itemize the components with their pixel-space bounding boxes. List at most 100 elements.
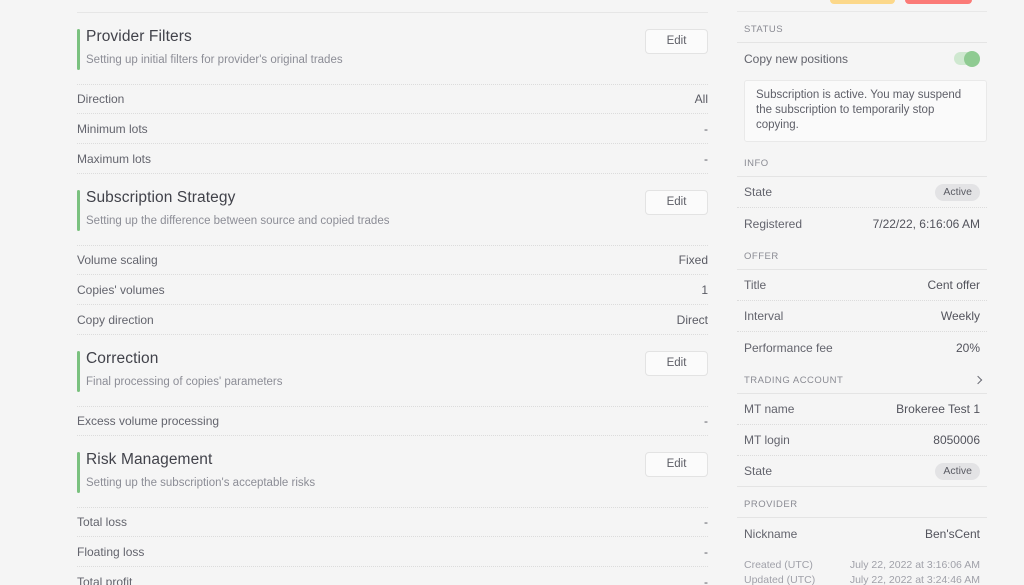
setting-row-label: Total profit: [77, 574, 133, 585]
status-badge: Active: [935, 183, 980, 201]
detail-row-provider-nickname: Nickname Ben'sCent: [737, 518, 987, 549]
section-subtitle: Setting up the difference between source…: [86, 215, 390, 227]
setting-row-value: -: [704, 515, 708, 529]
row-copy-new-positions-label: Copy new positions: [744, 51, 849, 66]
status-badge: Active: [935, 462, 980, 480]
setting-row-direction: Direction All: [77, 84, 708, 114]
setting-row-copy-direction: Copy direction Direct: [77, 305, 708, 335]
section-subtitle: Setting up the subscription's acceptable…: [86, 477, 316, 489]
setting-row-value: -: [704, 574, 708, 585]
section-rows-risk-management: Total loss - Floating loss - Total profit -: [77, 507, 708, 585]
group-label-provider-text: PROVIDER: [744, 499, 798, 510]
detail-row-info-registered: Registered 7/22/22, 6:16:06 AM: [737, 208, 987, 239]
setting-row-label: Excess volume processing: [77, 414, 220, 428]
setting-row-label: Volume scaling: [77, 253, 158, 267]
setting-row-label: Copy direction: [77, 312, 154, 327]
group-label-trading-account[interactable]: TRADING ACCOUNT: [737, 363, 987, 393]
setting-row-copies-volumes: Copies' volumes 1: [77, 275, 708, 305]
setting-row-label: Maximum lots: [77, 151, 152, 166]
detail-row-label: State: [744, 185, 773, 199]
edit-button-subscription-strategy[interactable]: Edit: [645, 190, 708, 215]
created-timestamp-row: Created (UTC) July 22, 2022 at 3:16:06 A…: [744, 558, 980, 573]
setting-row-total-profit: Total profit -: [77, 567, 708, 585]
detail-row-trading-account-mt-name: MT name Brokeree Test 1: [737, 394, 987, 425]
setting-row-value: -: [704, 414, 708, 428]
chevron-right-icon[interactable]: [974, 375, 985, 386]
detail-row-value: 20%: [955, 340, 980, 355]
setting-row-label: Direction: [77, 92, 125, 106]
detail-row-label: Registered: [744, 216, 803, 231]
subscription-status-alert: Subscription is active. You may suspend …: [744, 80, 987, 142]
setting-row-volume-scaling: Volume scaling Fixed: [77, 245, 708, 275]
updated-timestamp-row: Updated (UTC) July 22, 2022 at 3:24:46 A…: [744, 573, 980, 585]
setting-row-value: -: [704, 544, 708, 559]
detail-row-value: Ben'sCent: [925, 526, 980, 541]
section-rows-subscription-strategy: Volume scaling Fixed Copies' volumes 1 Copy …: [77, 245, 708, 335]
section-title: Risk Management: [86, 451, 213, 468]
section-title: Subscription Strategy: [86, 189, 236, 206]
edit-button-risk-management[interactable]: Edit: [645, 452, 708, 477]
detail-row-offer-interval: Interval Weekly: [737, 301, 987, 332]
section-rows-correction: Excess volume processing -: [77, 406, 708, 436]
detail-row-value: 7/22/22, 6:16:06 AM: [872, 216, 980, 231]
group-label-offer-text: OFFER: [744, 251, 779, 262]
detail-row-info-state: State Active: [737, 177, 987, 208]
detail-row-value: Cent offer: [927, 278, 980, 292]
group-label-status: STATUS: [737, 12, 987, 42]
detail-row-value: 8050006: [933, 433, 980, 447]
setting-row-value: -: [704, 121, 708, 136]
details-sidebar: STATUS Copy new positions Subscription i…: [737, 0, 987, 585]
group-label-trading-account-text: TRADING ACCOUNT: [744, 375, 844, 386]
settings-main-column: Provider Filters Setting up initial filte…: [77, 0, 708, 585]
edit-button-correction[interactable]: Edit: [645, 351, 708, 376]
detail-row-label: State: [744, 464, 773, 478]
setting-row-label: Floating loss: [77, 544, 145, 559]
section-title: Correction: [86, 350, 159, 367]
created-timestamp-label: Created (UTC): [744, 559, 813, 571]
section-subtitle: Setting up initial filters for provider'…: [86, 54, 343, 66]
detail-row-label: Interval: [744, 309, 784, 323]
group-label-info: INFO: [737, 146, 987, 176]
updated-timestamp-label: Updated (UTC): [744, 574, 816, 585]
setting-row-floating-loss: Floating loss -: [77, 537, 708, 567]
detail-row-value: Weekly: [940, 309, 980, 323]
detail-row-label: MT name: [744, 402, 795, 416]
section-subtitle: Final processing of copies' parameters: [86, 376, 283, 388]
setting-row-value: 1: [701, 282, 708, 297]
detail-row-value: Brokeree Test 1: [896, 402, 980, 416]
group-label-info-text: INFO: [744, 158, 769, 169]
updated-timestamp-value: July 22, 2022 at 3:24:46 AM: [849, 574, 980, 585]
detail-row-trading-account-state: State Active: [737, 456, 987, 487]
setting-row-maximum-lots: Maximum lots -: [77, 144, 708, 174]
setting-row-label: Total loss: [77, 515, 128, 529]
setting-row-label: Copies' volumes: [77, 282, 165, 297]
section-title: Provider Filters: [86, 28, 192, 45]
detail-row-label: MT login: [744, 433, 790, 447]
detail-row-label: Performance fee: [744, 340, 833, 355]
detail-row-label: Title: [744, 278, 767, 292]
section-header-subscription-strategy: Subscription Strategy Setting up the diff…: [77, 174, 708, 241]
setting-row-value: -: [704, 151, 708, 166]
setting-row-value: All: [694, 92, 708, 106]
section-header-correction: Correction Final processing of copies' pa…: [77, 335, 708, 402]
setting-row-value: Fixed: [678, 253, 708, 267]
row-copy-new-positions[interactable]: Copy new positions: [737, 43, 987, 74]
section-rows-provider-filters: Direction All Minimum lots - Maximum lots -: [77, 84, 708, 174]
section-header-provider-filters: Provider Filters Setting up initial filte…: [77, 13, 708, 80]
setting-row-value: Direct: [676, 312, 708, 327]
setting-row-total-loss: Total loss -: [77, 507, 708, 537]
group-label-provider: PROVIDER: [737, 487, 987, 517]
record-timestamps: Created (UTC) July 22, 2022 at 3:16:06 A…: [737, 549, 987, 585]
detail-row-trading-account-mt-login: MT login 8050006: [737, 425, 987, 456]
detail-row-offer-title: Title Cent offer: [737, 270, 987, 301]
group-label-offer: OFFER: [737, 239, 987, 269]
subscription-settings-page: Provider Filters Setting up initial filte…: [0, 0, 1024, 585]
detail-row-label: Nickname: [744, 526, 798, 541]
copy-new-positions-toggle[interactable]: [954, 50, 980, 67]
detail-row-offer-performance-fee: Performance fee 20%: [737, 332, 987, 363]
setting-row-label: Minimum lots: [77, 121, 148, 136]
setting-row-minimum-lots: Minimum lots -: [77, 114, 708, 144]
created-timestamp-value: July 22, 2022 at 3:16:06 AM: [849, 559, 980, 571]
edit-button-provider-filters[interactable]: Edit: [645, 29, 708, 54]
setting-row-excess-volume-processing: Excess volume processing -: [77, 406, 708, 436]
